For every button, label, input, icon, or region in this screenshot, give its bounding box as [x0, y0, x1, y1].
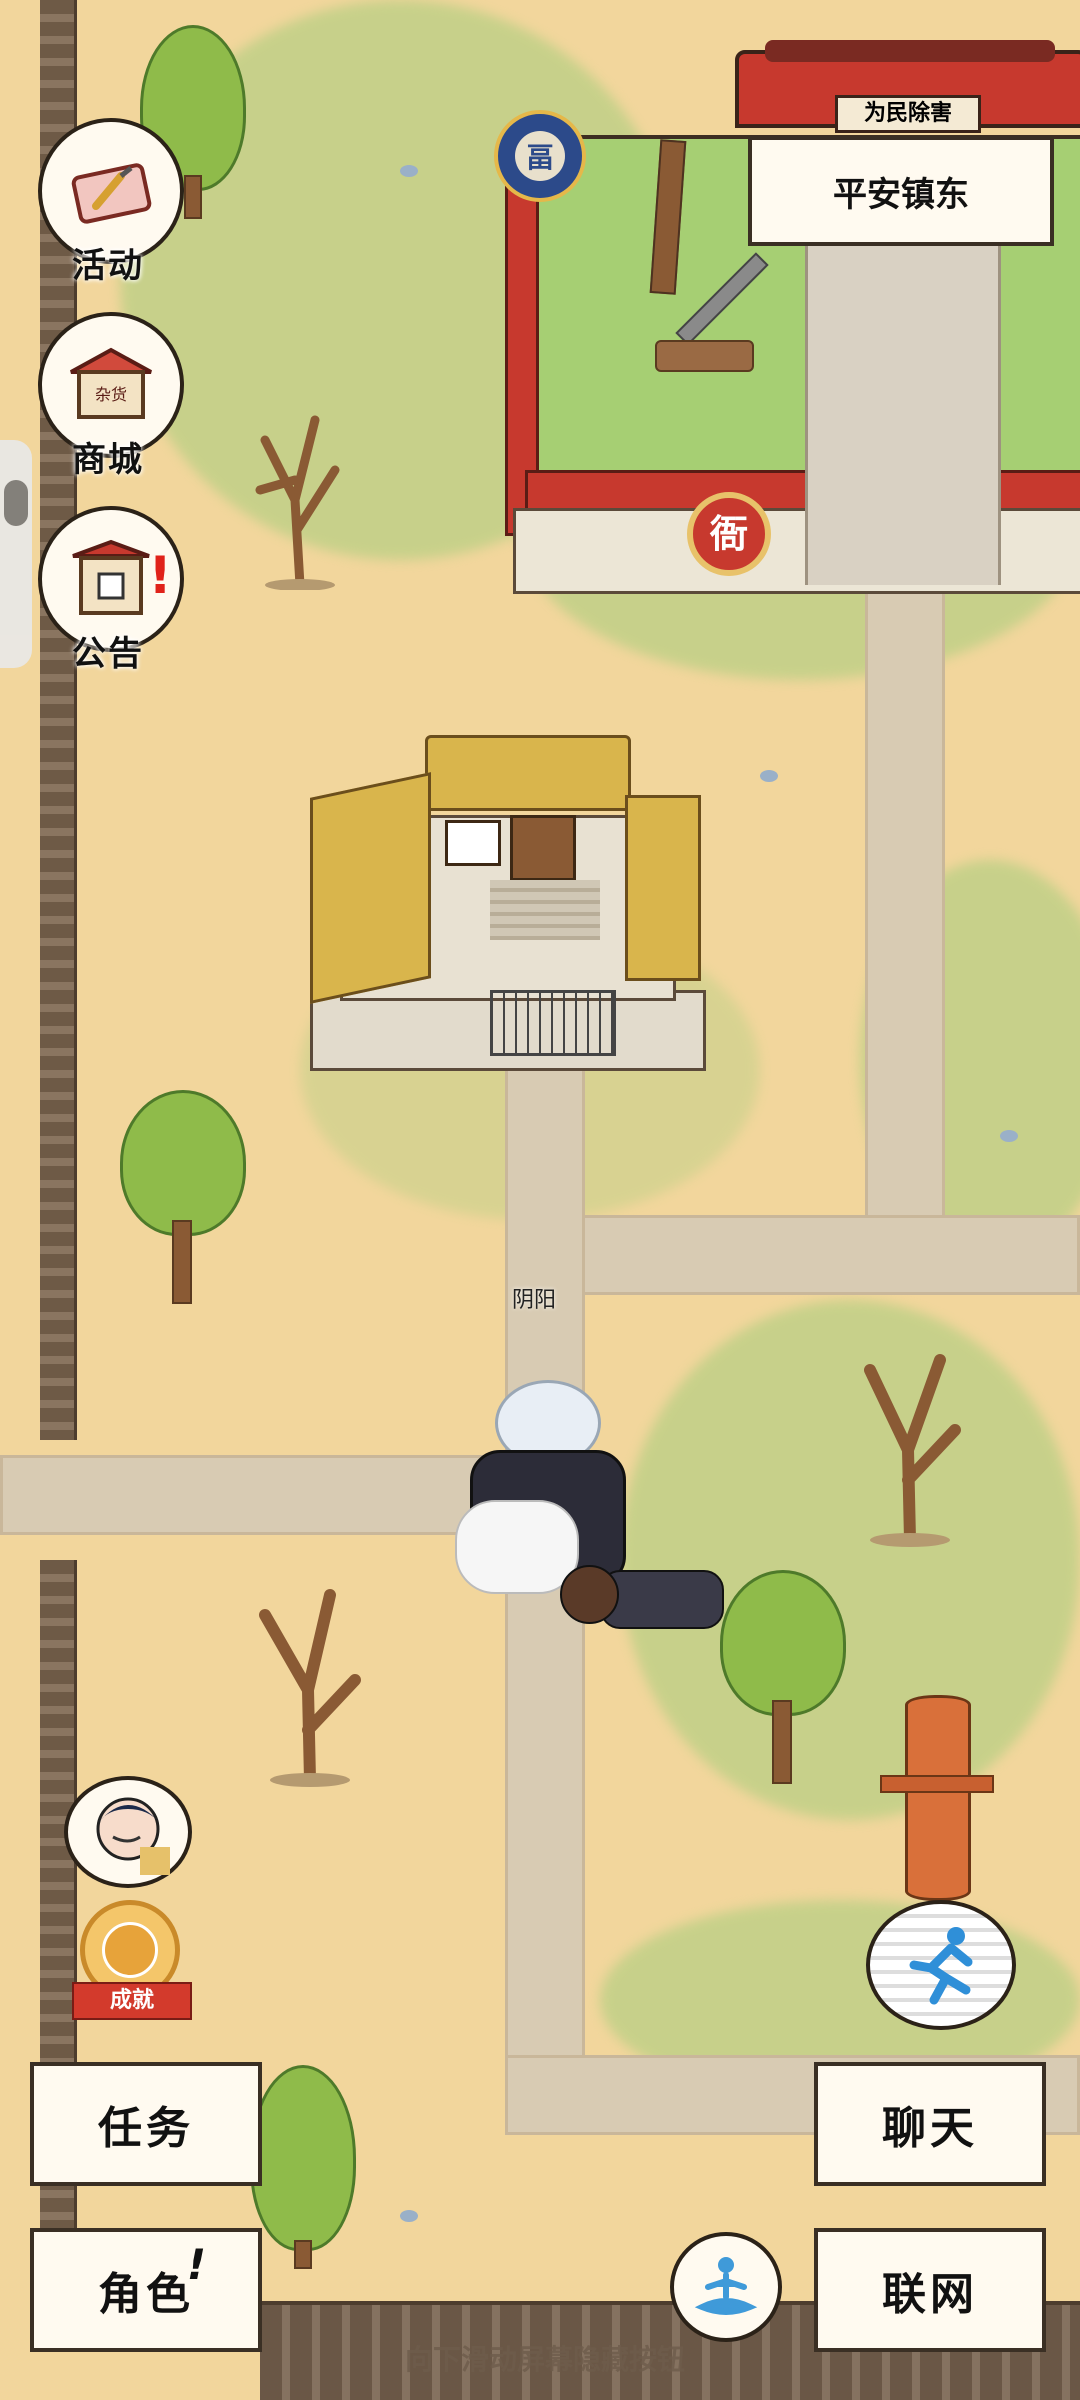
chat-label: 聊天 [882, 2103, 978, 2154]
bare-tree [864, 1354, 961, 1547]
task-button[interactable]: 任务 [30, 2062, 262, 2186]
avatar [96, 1797, 170, 1875]
tree [250, 2065, 356, 2269]
floating-handle[interactable] [0, 440, 32, 668]
event-scroll-icon [71, 163, 152, 224]
running-icon [909, 1927, 973, 2005]
network-button[interactable]: 联网 [814, 2228, 1046, 2352]
shop-label[interactable]: 商城 [72, 432, 144, 481]
role-alert-icon: ! [186, 2240, 210, 2289]
task-label: 任务 [98, 2103, 194, 2154]
road-vertical-north [865, 585, 945, 1225]
bare-tree [255, 415, 340, 590]
chat-button[interactable]: 聊天 [814, 2062, 1046, 2186]
more-icon [4, 480, 28, 526]
network-label: 联网 [882, 2269, 978, 2320]
fallen-npc[interactable] [560, 1560, 730, 1660]
meditate-button[interactable] [670, 2232, 782, 2342]
character-portrait-button[interactable] [64, 1776, 192, 1888]
yamen-seal: 衙 [687, 492, 771, 576]
role-label: 角色 [98, 2269, 194, 2320]
role-button[interactable]: 角色 ! [30, 2228, 262, 2352]
tree [120, 1090, 246, 1304]
location-name: 平安镇东 [833, 174, 969, 215]
fortune-badge[interactable]: 畐 [494, 110, 586, 202]
shop-stall-icon: 杂货 [70, 347, 152, 419]
notice-label[interactable]: 公告 [72, 626, 144, 675]
yamen-compound[interactable]: 为民除害 衙 [505, 40, 1080, 595]
road-horizontal-mid [505, 1215, 1080, 1295]
path-label: 阴阳 [512, 1288, 557, 1313]
meditation-icon [694, 2257, 758, 2315]
tree [720, 1570, 846, 1784]
event-label[interactable]: 活动 [72, 238, 144, 287]
hide-buttons-hint: 向下滑动屏幕隐藏按钮 [404, 2343, 685, 2376]
notice-alert-icon: ! [148, 546, 172, 606]
bare-tree [259, 1589, 361, 1787]
yamen-plaque: 为民除害 [835, 95, 981, 133]
location-sign: 平安镇东 [748, 136, 1054, 246]
fortune-icon: 畐 [515, 131, 565, 181]
sprint-button[interactable] [866, 1900, 1016, 2030]
achievement-label: 成就 [72, 1982, 192, 2020]
achievement-button[interactable]: 成就 [62, 1900, 198, 2020]
notice-board-icon [72, 539, 150, 615]
shop-sign-text: 杂货 [95, 385, 127, 404]
training-dummy[interactable] [880, 1695, 994, 1901]
cottage[interactable] [310, 735, 706, 1071]
